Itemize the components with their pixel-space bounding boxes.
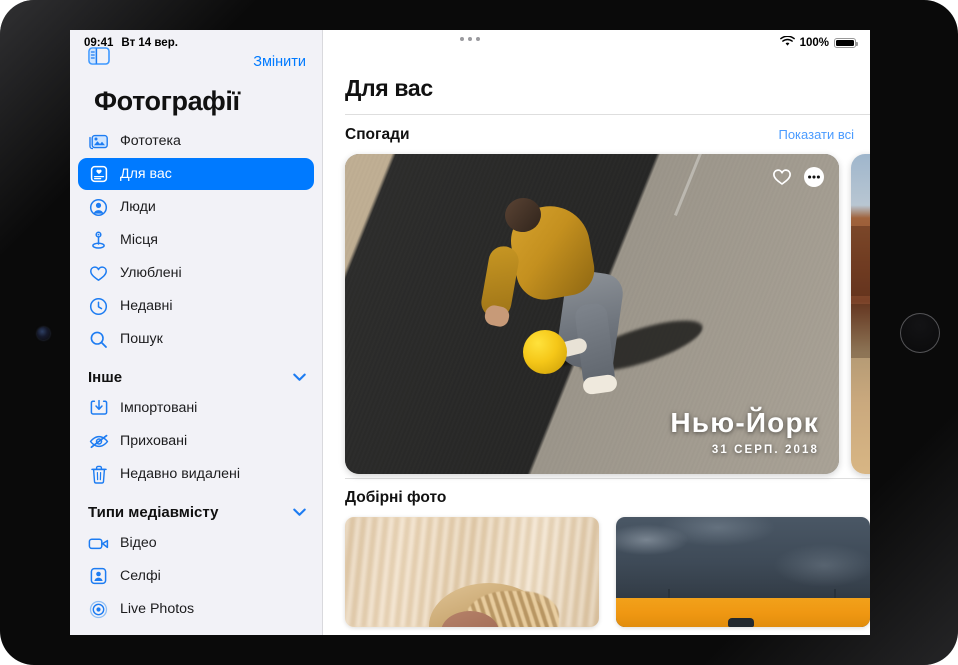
sidebar-item-favorites[interactable]: Улюблені <box>78 257 314 289</box>
heart-icon <box>88 263 109 284</box>
sidebar-item-label: Для вас <box>120 166 172 182</box>
sidebar-item-label: Люди <box>120 199 156 215</box>
sidebar-item-label: Імпортовані <box>120 400 198 416</box>
memory-card-next[interactable] <box>851 153 870 474</box>
sidebar-item-portrait[interactable]: Портрет <box>78 626 314 635</box>
featured-photos-row <box>323 517 870 627</box>
chevron-down-icon[interactable] <box>293 373 306 382</box>
section-heading: Добірні фото <box>345 489 447 506</box>
memory-title: Нью-Йорк <box>670 406 819 438</box>
edit-button[interactable]: Змінити <box>253 54 306 70</box>
front-camera-icon <box>37 327 50 340</box>
main-page-title: Для вас <box>345 75 433 101</box>
section-heading: Спогади <box>345 125 410 143</box>
memory-date: 31 СЕРП. 2018 <box>711 443 819 456</box>
memory-card-actions <box>771 166 825 188</box>
portrait-icon <box>88 632 109 636</box>
sidebar-item-places[interactable]: Місця <box>78 224 314 256</box>
sidebar-section-media-types[interactable]: Типи медіавмісту <box>70 491 322 527</box>
people-icon <box>88 197 109 218</box>
live-photos-icon <box>88 599 109 620</box>
memory-caption: Нью-Йорк 31 СЕРП. 2018 <box>670 407 819 456</box>
import-download-icon <box>88 398 109 419</box>
sidebar-item-label: Фототека <box>120 133 181 149</box>
memories-carousel[interactable]: Нью-Йорк 31 СЕРП. 2018 <box>323 153 870 478</box>
sidebar-item-label: Недавно видалені <box>120 466 240 482</box>
heart-outline-icon[interactable] <box>771 166 793 188</box>
ipad-screen: 09:41 Вт 14 вер. 100% Змінити Фотографії… <box>70 30 870 635</box>
sidebar-item-label: Приховані <box>120 433 188 449</box>
sidebar-item-recents[interactable]: Недавні <box>78 290 314 322</box>
trash-icon <box>88 464 109 485</box>
memory-card[interactable]: Нью-Йорк 31 СЕРП. 2018 <box>345 153 839 474</box>
sidebar: Змінити Фотографії Фототека Для вас Люди… <box>70 30 323 635</box>
sidebar-toggle-icon[interactable] <box>88 47 110 70</box>
sidebar-item-imported[interactable]: Імпортовані <box>78 392 314 424</box>
sidebar-item-label: Улюблені <box>120 265 182 281</box>
multitask-dots-icon[interactable] <box>460 37 480 41</box>
section-title: Інше <box>88 369 123 386</box>
sidebar-item-label: Місця <box>120 232 158 248</box>
section-title: Типи медіавмісту <box>88 504 219 521</box>
sidebar-item-search[interactable]: Пошук <box>78 323 314 355</box>
featured-photo[interactable] <box>345 517 599 627</box>
sidebar-section-other[interactable]: Інше <box>70 356 322 392</box>
eye-slash-icon <box>88 431 109 452</box>
sidebar-item-for-you[interactable]: Для вас <box>78 158 314 190</box>
memories-section-header: Спогади Показати всі <box>323 115 870 154</box>
video-camera-icon <box>88 533 109 554</box>
sidebar-item-label: Live Photos <box>120 601 195 617</box>
selfie-portrait-icon <box>88 566 109 587</box>
sidebar-item-label: Пошук <box>120 331 163 347</box>
featured-photo[interactable] <box>616 517 870 627</box>
page-title: Фотографії <box>94 86 240 116</box>
clock-icon <box>88 296 109 317</box>
for-you-icon <box>88 164 109 185</box>
search-icon <box>88 329 109 350</box>
chevron-down-icon[interactable] <box>293 508 306 517</box>
sidebar-item-live-photos[interactable]: Live Photos <box>78 593 314 625</box>
sidebar-other-list: Імпортовані Приховані Недавно видалені <box>70 392 322 490</box>
sidebar-primary-list: Фототека Для вас Люди Місця Улюблені Нед… <box>70 125 322 355</box>
sidebar-media-types-list: Відео Селфі Live Photos <box>70 527 322 635</box>
sidebar-item-label: Недавні <box>120 298 173 314</box>
ellipsis-circle-icon[interactable] <box>803 166 825 188</box>
main-content: Для вас Спогади Показати всі Нью-Йорк 31… <box>323 30 870 635</box>
sidebar-item-photos-library[interactable]: Фототека <box>78 125 314 157</box>
sidebar-item-recently-deleted[interactable]: Недавно видалені <box>78 458 314 490</box>
sidebar-item-people[interactable]: Люди <box>78 191 314 223</box>
sidebar-item-hidden[interactable]: Приховані <box>78 425 314 457</box>
photos-library-icon <box>88 131 109 152</box>
sidebar-item-label: Портрет <box>120 634 174 635</box>
home-button[interactable] <box>900 313 940 353</box>
featured-section-header: Добірні фото <box>323 478 870 517</box>
sidebar-item-label: Селфі <box>120 568 161 584</box>
places-pin-icon <box>88 230 109 251</box>
ipad-device-frame: 09:41 Вт 14 вер. 100% Змінити Фотографії… <box>0 0 958 665</box>
sidebar-toolbar: Змінити <box>70 30 322 76</box>
sidebar-item-video[interactable]: Відео <box>78 527 314 559</box>
sidebar-item-label: Відео <box>120 535 157 551</box>
sidebar-item-selfies[interactable]: Селфі <box>78 560 314 592</box>
show-all-link[interactable]: Показати всі <box>778 127 854 142</box>
